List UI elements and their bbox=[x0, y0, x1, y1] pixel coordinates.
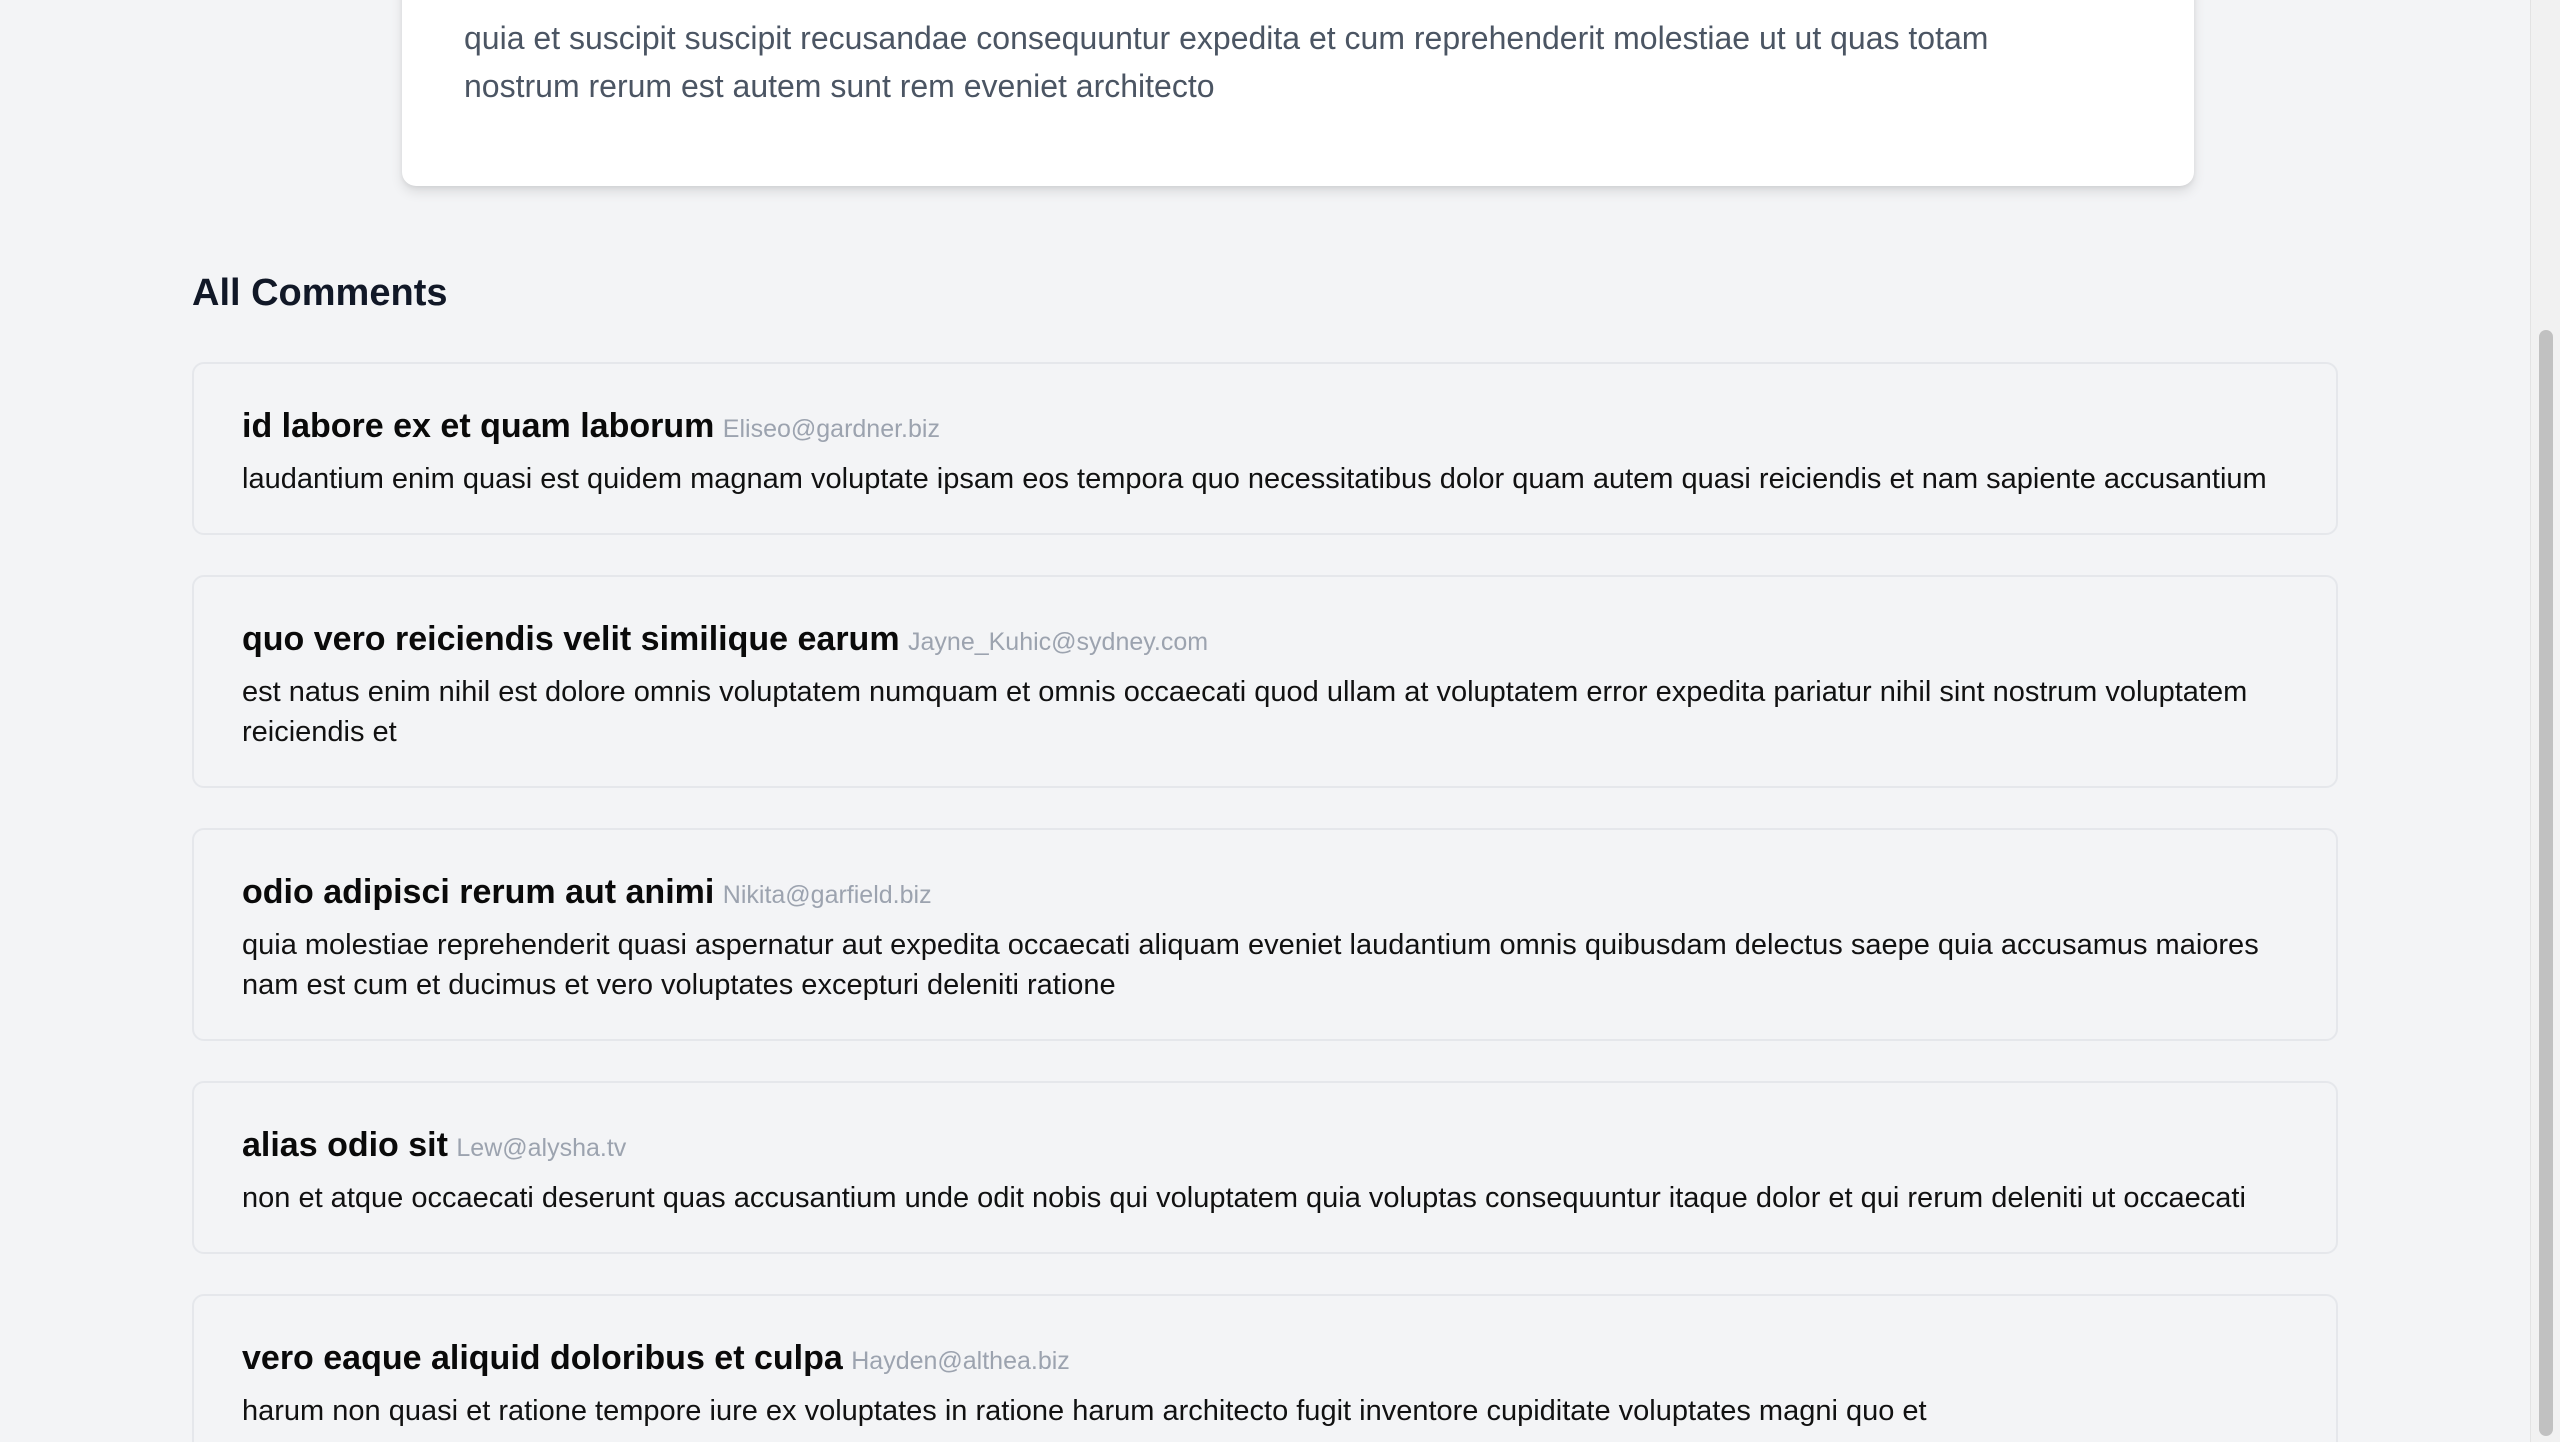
comment-body: est natus enim nihil est dolore omnis vo… bbox=[242, 676, 2248, 748]
comment-header: quo vero reiciendis velit similique earu… bbox=[242, 615, 2288, 670]
comment-body: non et atque occaecati deserunt quas acc… bbox=[242, 1182, 2246, 1214]
comment-item: odio adipisci rerum aut animi Nikita@gar… bbox=[192, 828, 2338, 1041]
comment-email: Nikita@garfield.biz bbox=[722, 881, 932, 909]
comment-header: odio adipisci rerum aut animi Nikita@gar… bbox=[242, 868, 2288, 923]
comment-body: laudantium enim quasi est quidem magnam … bbox=[242, 463, 2267, 495]
comment-body: quia molestiae reprehenderit quasi asper… bbox=[242, 929, 2259, 1001]
comment-email: Lew@alysha.tv bbox=[456, 1134, 627, 1162]
comment-body: harum non quasi et ratione tempore iure … bbox=[242, 1395, 1927, 1427]
comments-heading: All Comments bbox=[192, 272, 448, 314]
comment-email: Jayne_Kuhic@sydney.com bbox=[908, 628, 1209, 656]
post-body-line-2: nostrum rerum est autem sunt rem eveniet… bbox=[464, 68, 1215, 104]
comment-email: Eliseo@gardner.biz bbox=[722, 415, 940, 443]
comment-item: id labore ex et quam laborum Eliseo@gard… bbox=[192, 362, 2338, 535]
comment-header: id labore ex et quam laborum Eliseo@gard… bbox=[242, 402, 2288, 457]
post-card: quia et suscipit suscipit recusandae con… bbox=[402, 0, 2194, 186]
comment-item: vero eaque aliquid doloribus et culpa Ha… bbox=[192, 1294, 2338, 1442]
comment-name: alias odio sit bbox=[242, 1126, 448, 1164]
page-viewport: quia et suscipit suscipit recusandae con… bbox=[0, 0, 2530, 1442]
vertical-scrollbar[interactable] bbox=[2530, 0, 2560, 1442]
post-body-line-1: quia et suscipit suscipit recusandae con… bbox=[464, 20, 1989, 56]
comment-name: id labore ex et quam laborum bbox=[242, 407, 715, 445]
comment-list: id labore ex et quam laborum Eliseo@gard… bbox=[192, 362, 2338, 1442]
comment-item: quo vero reiciendis velit similique earu… bbox=[192, 575, 2338, 788]
comment-name: vero eaque aliquid doloribus et culpa bbox=[242, 1339, 843, 1377]
comment-name: odio adipisci rerum aut animi bbox=[242, 873, 715, 911]
comment-header: alias odio sit Lew@alysha.tv bbox=[242, 1121, 2288, 1176]
comment-name: quo vero reiciendis velit similique earu… bbox=[242, 620, 900, 658]
scrollbar-thumb[interactable] bbox=[2539, 330, 2553, 1436]
comment-email: Hayden@althea.biz bbox=[851, 1347, 1070, 1375]
comment-item: alias odio sit Lew@alysha.tv non et atqu… bbox=[192, 1081, 2338, 1254]
post-body: quia et suscipit suscipit recusandae con… bbox=[464, 14, 2124, 110]
comment-header: vero eaque aliquid doloribus et culpa Ha… bbox=[242, 1334, 2288, 1389]
